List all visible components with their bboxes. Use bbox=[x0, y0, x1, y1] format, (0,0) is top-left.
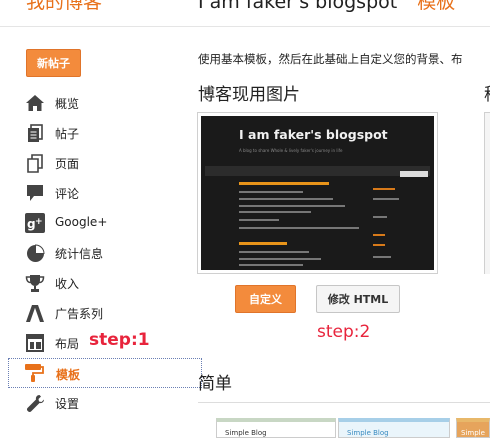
step-2-annotation: step:2 bbox=[317, 322, 371, 342]
trophy-icon bbox=[25, 273, 45, 293]
preview-sidebar-line bbox=[373, 216, 387, 218]
section-name: 模板 bbox=[417, 0, 456, 13]
current-template-preview[interactable]: I am faker's blogspot A blog to share Wh… bbox=[197, 112, 438, 274]
sidebar-item-label: 评论 bbox=[55, 187, 80, 201]
pages-icon bbox=[25, 153, 45, 173]
preview-text-line bbox=[239, 211, 311, 213]
pie-chart-icon bbox=[25, 243, 45, 263]
sidebar-item-label: 设置 bbox=[55, 397, 80, 411]
preview-text-line bbox=[239, 191, 303, 193]
home-icon bbox=[25, 93, 45, 113]
paint-roller-icon bbox=[24, 363, 44, 383]
template-thumbnail[interactable]: Simple Blog bbox=[216, 418, 336, 438]
preview-screenshot: I am faker's blogspot A blog to share Wh… bbox=[201, 116, 434, 270]
current-template-heading: 博客现用图片 bbox=[198, 85, 300, 105]
preview-sidebar-link bbox=[373, 234, 385, 236]
comment-icon bbox=[25, 183, 45, 203]
mobile-template-preview[interactable] bbox=[484, 112, 490, 274]
blog-name[interactable]: 我的博客 bbox=[26, 0, 102, 14]
sidebar-item-label: 广告系列 bbox=[55, 307, 104, 321]
sidebar-item-label: 页面 bbox=[55, 157, 80, 171]
wrench-icon bbox=[25, 393, 45, 413]
step-1-annotation: step:1 bbox=[89, 330, 150, 350]
sidebar-item-label: 布局 bbox=[55, 337, 80, 351]
mobile-template-heading: 移 bbox=[484, 80, 490, 105]
sidebar-item-label: 模板 bbox=[56, 368, 81, 382]
preview-text-line bbox=[239, 205, 345, 207]
simple-templates-heading: 简单 bbox=[198, 374, 232, 394]
sidebar-item-google-plus[interactable]: g + Google+ bbox=[0, 210, 200, 236]
preview-post-heading bbox=[239, 242, 287, 245]
preview-text-line bbox=[239, 264, 303, 266]
google-plus-icon: g + bbox=[25, 213, 45, 233]
adwords-icon bbox=[25, 303, 45, 323]
template-intro-text: 使用基本模板，然后在此基础上自定义您的背景、布 bbox=[198, 52, 463, 66]
preview-text-line bbox=[239, 227, 359, 229]
sidebar-item-pages[interactable]: 页面 bbox=[0, 150, 200, 176]
sidebar-item-label: Google+ bbox=[55, 215, 108, 229]
preview-text-line bbox=[239, 258, 321, 260]
sidebar-item-label: 统计信息 bbox=[55, 247, 104, 261]
simple-template-thumbnails: Simple Blog Simple Blog Simple bbox=[198, 402, 490, 438]
template-thumbnail[interactable]: Simple bbox=[456, 418, 490, 438]
preview-tagline: A blog to share Whole & lively faker's j… bbox=[239, 148, 343, 153]
header-divider bbox=[0, 26, 490, 27]
preview-sidebar-link bbox=[373, 188, 395, 190]
template-thumbnail-label: Simple bbox=[461, 429, 485, 437]
preview-post-heading bbox=[239, 182, 329, 185]
new-post-button[interactable]: 新帖子 bbox=[26, 49, 81, 77]
preview-text-line bbox=[239, 219, 279, 221]
sidebar-item-template[interactable]: 模板 bbox=[8, 358, 202, 388]
page-title: I am faker's blogspot 模板 bbox=[198, 0, 455, 14]
sidebar-item-campaigns[interactable]: 广告系列 bbox=[0, 300, 200, 326]
preview-text-line bbox=[239, 198, 333, 200]
preview-blog-title: I am faker's blogspot bbox=[239, 127, 388, 142]
sidebar-item-earnings[interactable]: 收入 bbox=[0, 270, 200, 296]
preview-sidebar-line bbox=[373, 256, 391, 258]
sidebar-item-posts[interactable]: 帖子 bbox=[0, 120, 200, 146]
preview-sidebar-link bbox=[373, 244, 385, 246]
preview-nav-bar bbox=[205, 166, 430, 176]
sidebar-item-overview[interactable]: 概览 bbox=[0, 90, 200, 116]
template-thumbnail-label: Simple Blog bbox=[225, 429, 267, 437]
template-thumbnail[interactable]: Simple Blog bbox=[338, 418, 450, 438]
preview-search-box bbox=[400, 171, 428, 177]
sidebar-item-settings[interactable]: 设置 bbox=[0, 390, 200, 416]
preview-text-line bbox=[239, 251, 309, 253]
sidebar-item-label: 帖子 bbox=[55, 127, 80, 141]
sidebar-item-stats[interactable]: 统计信息 bbox=[0, 240, 200, 266]
template-thumbnail-label: Simple Blog bbox=[347, 429, 389, 437]
svg-text:+: + bbox=[35, 217, 43, 227]
sidebar-item-comments[interactable]: 评论 bbox=[0, 180, 200, 206]
sidebar-item-label: 收入 bbox=[55, 277, 80, 291]
customize-button[interactable]: 自定义 bbox=[235, 285, 296, 313]
edit-html-button[interactable]: 修改 HTML bbox=[316, 285, 400, 313]
posts-icon bbox=[25, 123, 45, 143]
layout-icon bbox=[25, 333, 45, 353]
sidebar-item-label: 概览 bbox=[55, 97, 80, 111]
blog-title: I am faker's blogspot bbox=[198, 0, 398, 13]
preview-sidebar-line bbox=[373, 198, 399, 200]
